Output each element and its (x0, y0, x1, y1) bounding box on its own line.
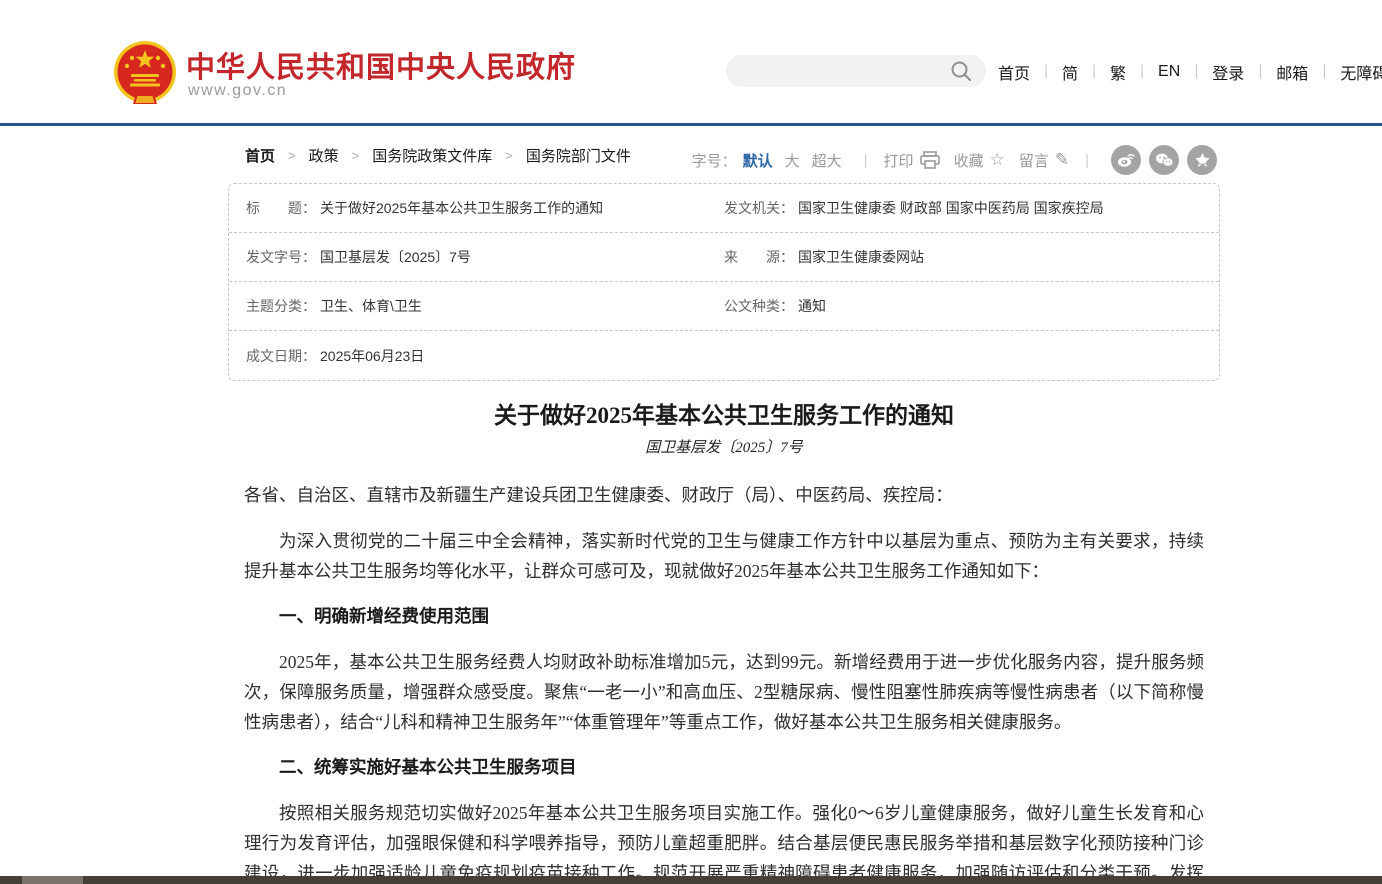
meta-issuer-value: 国家卫生健康委 财政部 国家中医药局 国家疾控局 (798, 198, 1104, 218)
breadcrumb-separator: > (288, 148, 296, 163)
print-label: 打印 (884, 150, 914, 171)
meta-date-label: 成文日期： (246, 346, 316, 366)
section-2-heading: 二、统筹实施好基本公共卫生服务项目 (244, 752, 1204, 782)
printer-icon (920, 151, 940, 169)
font-size-label: 字号： (692, 150, 737, 171)
meta-doctype-label: 公文种类： (724, 296, 794, 316)
meta-row: 发文字号： 国卫基层发〔2025〕7号 来 源： 国家卫生健康委网站 (229, 233, 1219, 282)
nav-login[interactable]: 登录 (1212, 60, 1244, 84)
weibo-share-icon[interactable] (1111, 145, 1141, 175)
scrollbar-thumb[interactable] (22, 876, 83, 884)
nav-home[interactable]: 首页 (998, 60, 1030, 84)
meta-issuer-label: 发文机关： (724, 198, 794, 218)
favorite-button[interactable]: 收藏 ☆ (954, 150, 1005, 171)
nav-separator: ｜ (1087, 62, 1101, 82)
search-icon[interactable] (950, 60, 972, 82)
nav-separator: ｜ (1253, 62, 1267, 82)
breadcrumb-separator: > (505, 148, 513, 163)
meta-title-label: 标 题： (246, 198, 316, 218)
meta-category-label: 主题分类： (246, 296, 316, 316)
print-button[interactable]: 打印 (884, 150, 940, 171)
meta-category-value: 卫生、体育\卫生 (320, 296, 422, 316)
nav-separator: ｜ (1189, 62, 1203, 82)
meta-row: 成文日期： 2025年06月23日 (229, 331, 1219, 380)
nav-traditional[interactable]: 繁 (1110, 60, 1126, 84)
toolbar-separator: | (1085, 152, 1089, 169)
document-title: 关于做好2025年基本公共卫生服务工作的通知 (244, 399, 1204, 432)
meta-doctype-value: 通知 (798, 296, 826, 316)
pencil-icon: ✎ (1055, 150, 1069, 170)
comment-button[interactable]: 留言 ✎ (1019, 150, 1069, 171)
meta-source-value: 国家卫生健康委网站 (798, 247, 924, 267)
national-emblem-logo (112, 40, 178, 108)
nav-mailbox[interactable]: 邮箱 (1276, 60, 1308, 84)
nav-separator: ｜ (1317, 62, 1331, 82)
font-size-huge-button[interactable]: 超大 (812, 150, 842, 171)
site-url: www.gov.cn (188, 82, 287, 100)
star-icon: ☆ (990, 150, 1005, 170)
site-header: 中华人民共和国中央人民政府 www.gov.cn 首页 ｜ 简 ｜ 繁 ｜ EN ｜ 登录 ｜ 邮箱… (0, 0, 1382, 126)
gov-portal-page: 中华人民共和国中央人民政府 www.gov.cn 首页 ｜ 简 ｜ 繁 ｜ EN ｜ 登录 ｜ 邮箱… (0, 0, 1382, 884)
nav-separator: ｜ (1039, 62, 1053, 82)
wechat-share-icon[interactable] (1149, 145, 1179, 175)
meta-row: 标 题： 关于做好2025年基本公共卫生服务工作的通知 发文机关： 国家卫生健康… (229, 184, 1219, 233)
horizontal-scrollbar[interactable] (0, 876, 1382, 884)
main-content: 首页 > 政策 > 国务院政策文件库 > 国务院部门文件 字号： 默认 大 超大… (228, 129, 1220, 884)
comment-label: 留言 (1019, 150, 1049, 171)
search-box[interactable] (726, 55, 986, 87)
section-1-paragraph: 2025年，基本公共卫生服务经费人均财政补助标准增加5元，达到99元。新增经费用… (244, 647, 1204, 737)
font-size-default-button[interactable]: 默认 (743, 150, 773, 171)
breadcrumb-toolbar-row: 首页 > 政策 > 国务院政策文件库 > 国务院部门文件 字号： 默认 大 超大… (228, 145, 1220, 167)
breadcrumb-policy[interactable]: 政策 (309, 145, 339, 166)
section-2-paragraph: 按照相关服务规范切实做好2025年基本公共卫生服务项目实施工作。强化0～6岁儿童… (244, 798, 1204, 884)
document-number: 国卫基层发〔2025〕7号 (244, 438, 1204, 458)
document-body: 各省、自治区、直辖市及新疆生产建设兵团卫生健康委、财政厅（局）、中医药局、疾控局… (244, 480, 1204, 884)
meta-row: 主题分类： 卫生、体育\卫生 公文种类： 通知 (229, 282, 1219, 331)
site-title: 中华人民共和国中央人民政府 (186, 44, 576, 86)
breadcrumb-department-docs[interactable]: 国务院部门文件 (526, 145, 631, 166)
favorite-label: 收藏 (954, 150, 984, 171)
breadcrumb-separator: > (352, 148, 360, 163)
article-toolbar: 字号： 默认 大 超大 | 打印 收藏 ☆ (692, 145, 1217, 175)
search-input[interactable] (740, 55, 940, 87)
nav-separator: ｜ (1135, 62, 1149, 82)
meta-source-label: 来 源： (724, 247, 794, 267)
section-1-heading: 一、明确新增经费使用范围 (244, 601, 1204, 631)
top-navigation: 首页 ｜ 简 ｜ 繁 ｜ EN ｜ 登录 ｜ 邮箱 ｜ 无障碍 (998, 60, 1382, 84)
share-icon-group (1111, 145, 1217, 175)
qzone-share-icon[interactable] (1187, 145, 1217, 175)
meta-docnum-label: 发文字号： (246, 247, 316, 267)
meta-date-value: 2025年06月23日 (320, 346, 424, 366)
document-meta-table: 标 题： 关于做好2025年基本公共卫生服务工作的通知 发文机关： 国家卫生健康… (228, 183, 1220, 381)
nav-simplified[interactable]: 简 (1062, 60, 1078, 84)
salutation-line: 各省、自治区、直辖市及新疆生产建设兵团卫生健康委、财政厅（局）、中医药局、疾控局… (244, 480, 1204, 510)
breadcrumb-home[interactable]: 首页 (245, 145, 275, 166)
intro-paragraph: 为深入贯彻党的二十届三中全会精神，落实新时代党的卫生与健康工作方针中以基层为重点… (244, 526, 1204, 586)
meta-docnum-value: 国卫基层发〔2025〕7号 (320, 247, 471, 267)
nav-english[interactable]: EN (1158, 63, 1180, 81)
nav-accessibility[interactable]: 无障碍 (1340, 60, 1382, 84)
toolbar-separator: | (864, 152, 868, 169)
breadcrumb-policy-library[interactable]: 国务院政策文件库 (372, 145, 492, 166)
document-article: 关于做好2025年基本公共卫生服务工作的通知 国卫基层发〔2025〕7号 各省、… (228, 399, 1220, 884)
meta-title-value: 关于做好2025年基本公共卫生服务工作的通知 (320, 198, 603, 218)
font-size-big-button[interactable]: 大 (785, 150, 800, 171)
